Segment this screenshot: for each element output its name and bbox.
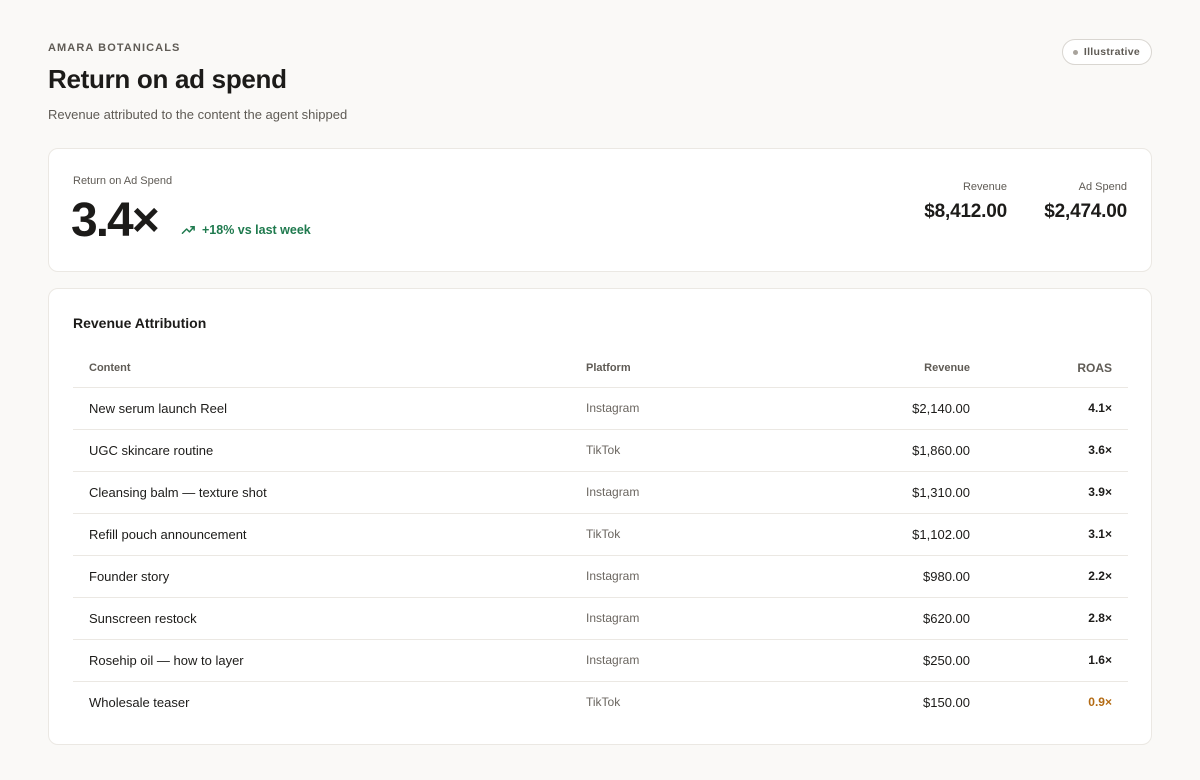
column-header-content[interactable]: Content	[73, 349, 586, 388]
revenue-cell: $980.00	[836, 555, 970, 598]
column-header-revenue[interactable]: Revenue	[836, 349, 970, 388]
table-title: Revenue Attribution	[73, 315, 207, 331]
kpi-delta: +18% vs last week	[181, 222, 311, 237]
status-dot-icon	[1072, 49, 1078, 55]
kpi-value: 3.4×	[71, 194, 160, 247]
attribution-table: Content Platform Revenue ROAS New serum …	[73, 349, 1128, 723]
content-cell: New serum launch Reel	[73, 387, 586, 430]
roas-page: AMARA BOTANICALS Return on ad spend Reve…	[0, 0, 1200, 780]
roas-cell: 2.2×	[970, 555, 1128, 598]
table-row[interactable]: Wholesale teaser TikTok $150.00 0.9×	[73, 681, 1128, 723]
revenue-stat-value: $8,412.00	[924, 201, 1007, 222]
kpi-delta-label: +18% vs last week	[202, 222, 311, 237]
brand-name: AMARA BOTANICALS	[48, 42, 181, 54]
page-title: Return on ad spend	[48, 64, 287, 94]
table-row[interactable]: New serum launch Reel Instagram $2,140.00 4…	[73, 387, 1128, 430]
revenue-cell: $1,310.00	[836, 471, 970, 514]
badge-label: Illustrative	[1083, 46, 1140, 58]
revenue-stat-label: Revenue	[962, 181, 1007, 193]
content-cell: Cleansing balm — texture shot	[73, 471, 586, 514]
kpi-label: Return on Ad Spend	[73, 175, 173, 187]
illustrative-badge: Illustrative	[1061, 39, 1152, 65]
platform-cell: TikTok	[586, 695, 621, 710]
table-row[interactable]: Founder story Instagram $980.00 2.2×	[73, 555, 1128, 598]
roas-cell: 0.9×	[1088, 695, 1112, 710]
content-cell: Refill pouch announcement	[73, 513, 586, 556]
ad-spend-stat-value: $2,474.00	[1044, 201, 1127, 222]
content-cell: Wholesale teaser	[89, 694, 190, 710]
revenue-cell: $2,140.00	[836, 387, 970, 430]
revenue-cell: $1,860.00	[836, 429, 970, 472]
revenue-cell: $250.00	[836, 639, 970, 682]
table-header-row: Content Platform Revenue ROAS	[73, 349, 1128, 388]
roas-cell: 1.6×	[970, 639, 1128, 682]
table-row[interactable]: Sunscreen restock Instagram $620.00 2.8×	[73, 597, 1128, 640]
column-header-roas[interactable]: ROAS	[970, 349, 1128, 388]
roas-cell: 3.6×	[970, 429, 1128, 472]
roas-summary-card: Return on Ad Spend 3.4× +18% vs last wee…	[48, 148, 1152, 272]
platform-cell: Instagram	[586, 387, 836, 430]
platform-cell: Instagram	[586, 471, 836, 514]
table-row[interactable]: Cleansing balm — texture shot Instagram $1…	[73, 471, 1128, 514]
table-row[interactable]: Rosehip oil — how to layer Instagram $250.…	[73, 639, 1128, 682]
platform-cell: TikTok	[586, 513, 836, 556]
trending-up-icon	[181, 225, 195, 234]
table-row[interactable]: Refill pouch announcement TikTok $1,102.00…	[73, 513, 1128, 556]
revenue-cell: $1,102.00	[836, 513, 970, 556]
roas-cell: 4.1×	[970, 387, 1128, 430]
revenue-attribution-card: Revenue Attribution Content Platform Rev…	[48, 288, 1152, 745]
revenue-cell: $150.00	[923, 694, 970, 710]
platform-cell: Instagram	[586, 597, 836, 640]
revenue-stat: Revenue $8,412.00	[924, 181, 1007, 223]
table-row[interactable]: UGC skincare routine TikTok $1,860.00 3.6×	[73, 429, 1128, 472]
content-cell: Rosehip oil — how to layer	[73, 639, 586, 682]
page-subtitle: Revenue attributed to the content the ag…	[48, 107, 348, 122]
revenue-cell: $620.00	[836, 597, 970, 640]
roas-cell: 2.8×	[970, 597, 1128, 640]
roas-cell: 3.9×	[970, 471, 1128, 514]
content-cell: Founder story	[73, 555, 586, 598]
content-cell: Sunscreen restock	[73, 597, 586, 640]
roas-cell: 3.1×	[970, 513, 1128, 556]
platform-cell: TikTok	[586, 429, 836, 472]
ad-spend-stat-label: Ad Spend	[1078, 181, 1127, 193]
platform-cell: Instagram	[586, 639, 836, 682]
platform-cell: Instagram	[586, 555, 836, 598]
content-cell: UGC skincare routine	[73, 429, 586, 472]
ad-spend-stat: Ad Spend $2,474.00	[1044, 181, 1127, 223]
column-header-platform[interactable]: Platform	[586, 349, 836, 388]
